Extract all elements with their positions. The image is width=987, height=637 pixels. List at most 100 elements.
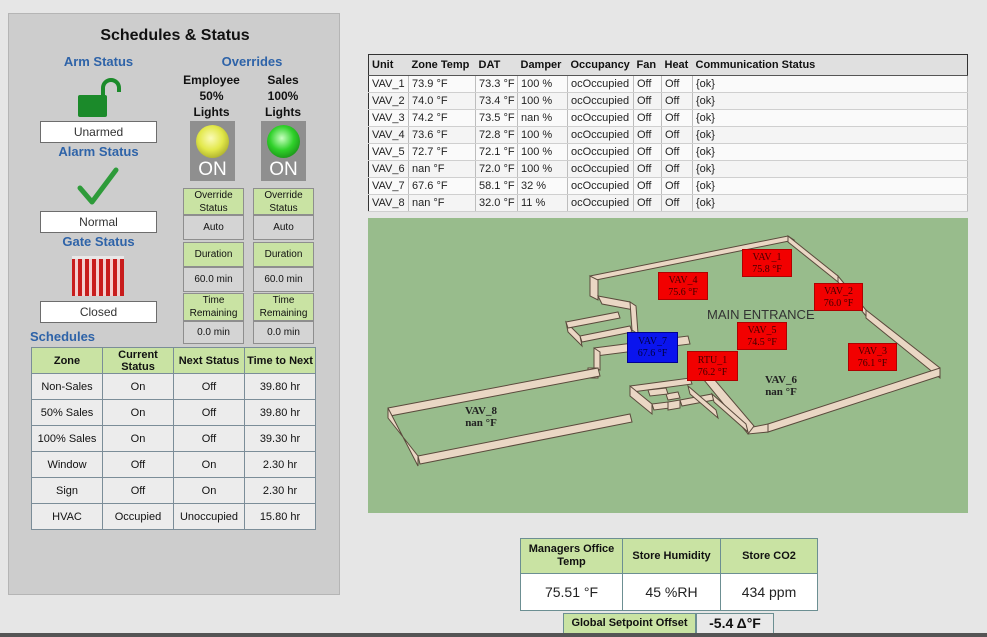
employee-light-toggle[interactable]: ON: [190, 121, 235, 181]
table-cell: Off: [173, 373, 245, 400]
table-cell: VAV_1: [368, 75, 409, 93]
table-cell: nan °F: [408, 194, 476, 212]
table-cell: VAV_8: [368, 194, 409, 212]
sales-duration-value[interactable]: 60.0 min: [253, 267, 314, 292]
employee-time-remaining-button[interactable]: Time Remaining: [183, 293, 244, 321]
table-cell: Off: [661, 92, 693, 110]
table-row[interactable]: VAV_4 73.6 °F 72.8 °F 100 % ocOccupied O…: [368, 126, 968, 144]
schedules-header-row: Zone Current Status Next Status Time to …: [31, 347, 316, 374]
kpi-value-row: 75.51 °F 45 %RH 434 ppm: [520, 573, 818, 611]
main-entrance-label: MAIN ENTRANCE: [707, 307, 815, 322]
zone-marker-vav-6[interactable]: VAV_6 nan °F: [756, 374, 806, 398]
column-header: Current Status: [102, 347, 174, 374]
zone-marker-vav-4[interactable]: VAV_4 75.6 °F: [658, 272, 708, 300]
table-cell: Off: [173, 399, 245, 426]
table-cell: {ok}: [692, 194, 968, 212]
employee-light-state: ON: [198, 159, 227, 180]
sales-duration-button[interactable]: Duration: [253, 242, 314, 267]
sales-time-remaining-button[interactable]: Time Remaining: [253, 293, 314, 321]
floor-plan: MAIN ENTRANCE VAV_1 75.8 °F VAV_2 76.0 °…: [368, 218, 968, 513]
table-cell: 100 %: [517, 92, 568, 110]
table-cell: 72.0 °F: [475, 160, 518, 178]
employee-override-status-value[interactable]: Auto: [183, 215, 244, 240]
table-cell: 73.6 °F: [408, 126, 476, 144]
table-cell: 73.3 °F: [475, 75, 518, 93]
column-header: Store Humidity: [622, 538, 721, 574]
table-cell: Off: [633, 194, 662, 212]
sales-override-status-button[interactable]: Override Status: [253, 188, 314, 215]
sales-override-status-value[interactable]: Auto: [253, 215, 314, 240]
employee-override-header: Employee 50% Lights: [179, 72, 244, 120]
table-row[interactable]: VAV_2 74.0 °F 73.4 °F 100 % ocOccupied O…: [368, 92, 968, 110]
table-row[interactable]: VAV_5 72.7 °F 72.1 °F 100 % ocOccupied O…: [368, 143, 968, 161]
table-cell: Off: [173, 425, 245, 452]
zone-marker-vav-3[interactable]: VAV_3 76.1 °F: [848, 343, 897, 371]
table-row[interactable]: VAV_6 nan °F 72.0 °F 100 % ocOccupied Of…: [368, 160, 968, 178]
zone-name: RTU_1: [697, 355, 728, 366]
checkmark-icon: [77, 166, 119, 213]
zone-temp: 67.6 °F: [637, 348, 668, 359]
zone-temp: nan °F: [765, 386, 797, 398]
table-cell: Off: [102, 451, 174, 478]
employee-duration-value[interactable]: 60.0 min: [183, 267, 244, 292]
zone-temp: 75.6 °F: [668, 287, 698, 298]
table-cell: Off: [661, 160, 693, 178]
column-header: Managers Office Temp: [520, 538, 623, 574]
table-cell: Window: [31, 451, 103, 478]
table-cell: 50% Sales: [31, 399, 103, 426]
table-cell: VAV_7: [368, 177, 409, 195]
table-cell: Off: [661, 126, 693, 144]
employee-lights-label: Lights: [193, 105, 230, 119]
unit-status-table: Unit Zone Temp DAT Damper Occupancy Fan …: [368, 54, 968, 212]
zone-marker-vav-2[interactable]: VAV_2 76.0 °F: [814, 283, 863, 311]
employee-percent: 50%: [199, 89, 224, 103]
zone-temp: 76.2 °F: [697, 367, 728, 378]
table-cell: {ok}: [692, 109, 968, 127]
employee-duration-button[interactable]: Duration: [183, 242, 244, 267]
table-cell: Occupied: [102, 503, 174, 530]
table-row[interactable]: VAV_7 67.6 °F 58.1 °F 32 % ocOccupied Of…: [368, 177, 968, 195]
table-cell: nan °F: [408, 160, 476, 178]
table-cell: {ok}: [692, 92, 968, 110]
table-cell: 100 %: [517, 75, 568, 93]
table-cell: VAV_6: [368, 160, 409, 178]
zone-marker-vav-5[interactable]: VAV_5 74.5 °F: [737, 322, 787, 350]
table-cell: Off: [633, 177, 662, 195]
column-header: Zone: [31, 347, 103, 374]
table-cell: Off: [102, 477, 174, 504]
unlocked-padlock-icon: [75, 76, 125, 125]
table-row[interactable]: VAV_8 nan °F 32.0 °F 11 % ocOccupied Off…: [368, 194, 968, 212]
table-cell: 11 %: [517, 194, 568, 212]
table-cell: Off: [633, 143, 662, 161]
zone-marker-vav-7[interactable]: VAV_7 67.6 °F: [627, 332, 678, 363]
table-row[interactable]: VAV_3 74.2 °F 73.5 °F nan % ocOccupied O…: [368, 109, 968, 127]
table-cell: Sign: [31, 477, 103, 504]
table-cell: 58.1 °F: [475, 177, 518, 195]
zone-marker-vav-8[interactable]: VAV_8 nan °F: [456, 405, 506, 429]
store-co2-value: 434 ppm: [720, 573, 818, 611]
kpi-header-row: Managers Office Temp Store Humidity Stor…: [520, 538, 818, 574]
table-row[interactable]: VAV_1 73.9 °F 73.3 °F 100 % ocOccupied O…: [368, 75, 968, 93]
table-cell: 39.80 hr: [244, 399, 316, 426]
employee-override-status-button[interactable]: Override Status: [183, 188, 244, 215]
schedules-table: Zone Current Status Next Status Time to …: [31, 347, 316, 530]
gate-icon: [72, 256, 124, 301]
column-header: Communication Status: [692, 54, 968, 76]
table-cell: Off: [633, 109, 662, 127]
zone-marker-rtu-1[interactable]: RTU_1 76.2 °F: [687, 351, 738, 381]
table-row: Sign Off On 2.30 hr: [31, 477, 316, 504]
table-cell: VAV_3: [368, 109, 409, 127]
sales-light-toggle[interactable]: ON: [261, 121, 306, 181]
global-setpoint-offset-value[interactable]: -5.4 Δ°F: [696, 613, 774, 634]
table-cell: 74.2 °F: [408, 109, 476, 127]
sales-percent: 100%: [267, 89, 299, 103]
table-cell: ocOccupied: [567, 194, 634, 212]
column-header: Unit: [368, 54, 409, 76]
panel-title: Schedules & Status: [100, 27, 250, 44]
table-cell: 73.9 °F: [408, 75, 476, 93]
zone-name: VAV_2: [823, 286, 854, 297]
zone-temp: nan °F: [465, 417, 497, 429]
zone-marker-vav-1[interactable]: VAV_1 75.8 °F: [742, 249, 792, 277]
table-cell: ocOccupied: [567, 92, 634, 110]
light-bulb-icon: [196, 125, 229, 158]
